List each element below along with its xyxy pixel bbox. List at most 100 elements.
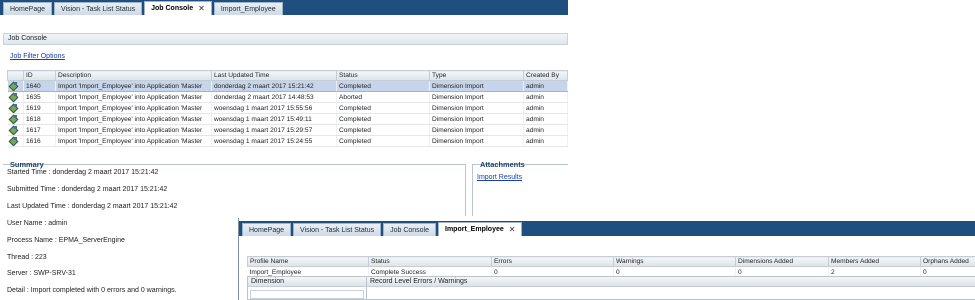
tab-label: Job Console xyxy=(151,5,194,12)
column-header-orphans-added[interactable]: Orphans Added xyxy=(920,256,975,267)
attachments-divider-vertical xyxy=(472,164,473,216)
job-table: ID Description Last Updated Time Status … xyxy=(7,70,568,147)
cell-id: 1635 xyxy=(23,91,56,103)
cell-updated: woensdag 1 maart 2017 15:49:11 xyxy=(211,113,337,125)
cell-created-by: admin xyxy=(523,102,568,114)
column-header-status[interactable]: Status xyxy=(368,256,492,267)
cell-id: 1618 xyxy=(23,113,56,125)
cell-updated: donderdag 2 maart 2017 15:21:42 xyxy=(211,80,337,92)
tab-label: Import_Employee xyxy=(445,226,504,233)
cell-status: Aborted xyxy=(336,91,430,103)
close-icon[interactable]: ✕ xyxy=(509,225,516,234)
summary-detail: Detail : Import completed with 0 errors … xyxy=(7,287,177,294)
summary-user-name: User Name : admin xyxy=(7,220,68,227)
table-row[interactable]: 1640 Import 'Import_Employee' into Appli… xyxy=(7,80,568,92)
table-header-row: Profile Name Status Errors Warnings Dime… xyxy=(247,256,975,267)
cell-created-by: admin xyxy=(523,113,568,125)
cell-updated: donderdag 2 maart 2017 14:48:53 xyxy=(211,91,337,103)
cell-updated: woensdag 1 maart 2017 15:24:55 xyxy=(211,135,337,147)
cell-description: Import 'Import_Employee' into Applicatio… xyxy=(55,102,212,114)
job-icon xyxy=(10,81,18,89)
summary-title: Summary xyxy=(10,160,44,169)
cell-type: Dimension Import xyxy=(429,102,524,114)
dimension-list[interactable] xyxy=(250,290,364,299)
cell-created-by: admin xyxy=(523,135,568,147)
cell-type: Dimension Import xyxy=(429,124,524,136)
cell-status: Completed xyxy=(336,124,430,136)
tab-label: Job Console xyxy=(390,226,430,234)
column-header-created-by[interactable]: Created By xyxy=(523,70,568,81)
cell-id: 1617 xyxy=(23,124,56,136)
column-header-dimensions-added[interactable]: Dimensions Added xyxy=(735,256,829,267)
tab-vision-task-list-status[interactable]: Vision - Task List Status xyxy=(54,2,143,15)
job-icon xyxy=(10,125,18,133)
cell-type: Dimension Import xyxy=(429,80,524,92)
summary-server: Server : SWP-SRV-31 xyxy=(7,270,76,277)
column-header-status[interactable]: Status xyxy=(336,70,430,81)
cell-description: Import 'Import_Employee' into Applicatio… xyxy=(55,91,212,103)
import-results-link[interactable]: Import Results xyxy=(477,174,522,181)
summary-last-updated-time: Last Updated Time : donderdag 2 maart 20… xyxy=(7,203,178,210)
cell-id: 1619 xyxy=(23,102,56,114)
cell-description: Import 'Import_Employee' into Applicatio… xyxy=(55,113,212,125)
column-header-type[interactable]: Type xyxy=(429,70,524,81)
record-level-errors-header: Record Level Errors / Warnings xyxy=(367,277,975,287)
cell-type: Dimension Import xyxy=(429,113,524,125)
cell-updated: woensdag 1 maart 2017 15:55:56 xyxy=(211,102,337,114)
table-row[interactable]: 1619 Import 'Import_Employee' into Appli… xyxy=(7,102,568,114)
table-row[interactable]: 1635 Import 'Import_Employee' into Appli… xyxy=(7,91,568,103)
attachments-title: Attachments xyxy=(480,160,525,169)
job-icon xyxy=(10,114,18,122)
tab-homepage[interactable]: HomePage xyxy=(3,2,53,15)
tab-vision-task-list-status[interactable]: Vision - Task List Status xyxy=(293,223,382,236)
cell-status: Completed xyxy=(336,80,430,92)
tab-import-employee[interactable]: Import_Employee xyxy=(213,2,283,15)
cell-updated: woensdag 1 maart 2017 15:29:57 xyxy=(211,124,337,136)
job-console-panel-header: Job Console xyxy=(3,33,568,45)
cell-id: 1616 xyxy=(23,135,56,147)
tab-import-employee[interactable]: Import_Employee ✕ xyxy=(438,222,523,236)
column-header-warnings[interactable]: Warnings xyxy=(613,256,736,267)
tab-label: HomePage xyxy=(10,5,46,13)
import-employee-overlay: HomePage Vision - Task List Status Job C… xyxy=(238,218,975,300)
cell-status: Completed xyxy=(336,102,430,114)
tab-job-console[interactable]: Job Console ✕ xyxy=(144,1,212,15)
cell-created-by: admin xyxy=(523,80,568,92)
column-header-errors[interactable]: Errors xyxy=(491,256,614,267)
summary-started-time: Started Time : donderdag 2 maart 2017 15… xyxy=(7,169,159,176)
column-header-members-added[interactable]: Members Added xyxy=(828,256,921,267)
icon-column-header xyxy=(7,70,24,81)
dimension-pane: Dimension xyxy=(247,276,367,300)
main-tab-bar: HomePage Vision - Task List Status Job C… xyxy=(0,0,568,15)
job-icon xyxy=(10,103,18,111)
cell-description: Import 'Import_Employee' into Applicatio… xyxy=(55,80,212,92)
table-row[interactable]: 1617 Import 'Import_Employee' into Appli… xyxy=(7,124,568,136)
close-icon[interactable]: ✕ xyxy=(198,4,205,13)
job-filter-options-link[interactable]: Job Filter Options xyxy=(10,53,65,60)
cell-description: Import 'Import_Employee' into Applicatio… xyxy=(55,124,212,136)
table-row[interactable]: 1616 Import 'Import_Employee' into Appli… xyxy=(7,135,568,147)
summary-submitted-time: Submitted Time : donderdag 2 maart 2017 … xyxy=(7,186,168,193)
dimension-header: Dimension xyxy=(248,277,366,287)
cell-status: Completed xyxy=(336,113,430,125)
table-row[interactable]: 1618 Import 'Import_Employee' into Appli… xyxy=(7,113,568,125)
cell-status: Completed xyxy=(336,135,430,147)
tab-label: Vision - Task List Status xyxy=(300,226,375,234)
summary-thread: Thread : 223 xyxy=(7,254,47,261)
cell-created-by: admin xyxy=(523,91,568,103)
summary-divider-vertical xyxy=(465,164,466,216)
tab-job-console[interactable]: Job Console xyxy=(383,223,437,236)
job-icon xyxy=(10,136,18,144)
table-header-row: ID Description Last Updated Time Status … xyxy=(7,70,568,81)
summary-process-name: Process Name : EPMA_ServerEngine xyxy=(7,237,125,244)
tab-label: HomePage xyxy=(249,226,285,234)
job-icon xyxy=(10,92,18,100)
tab-homepage[interactable]: HomePage xyxy=(242,223,292,236)
column-header-id[interactable]: ID xyxy=(23,70,56,81)
column-header-description[interactable]: Description xyxy=(55,70,212,81)
cell-created-by: admin xyxy=(523,124,568,136)
record-level-errors-pane: Record Level Errors / Warnings xyxy=(367,276,975,300)
column-header-last-updated[interactable]: Last Updated Time xyxy=(211,70,337,81)
column-header-profile-name[interactable]: Profile Name xyxy=(247,256,369,267)
cell-type: Dimension Import xyxy=(429,135,524,147)
